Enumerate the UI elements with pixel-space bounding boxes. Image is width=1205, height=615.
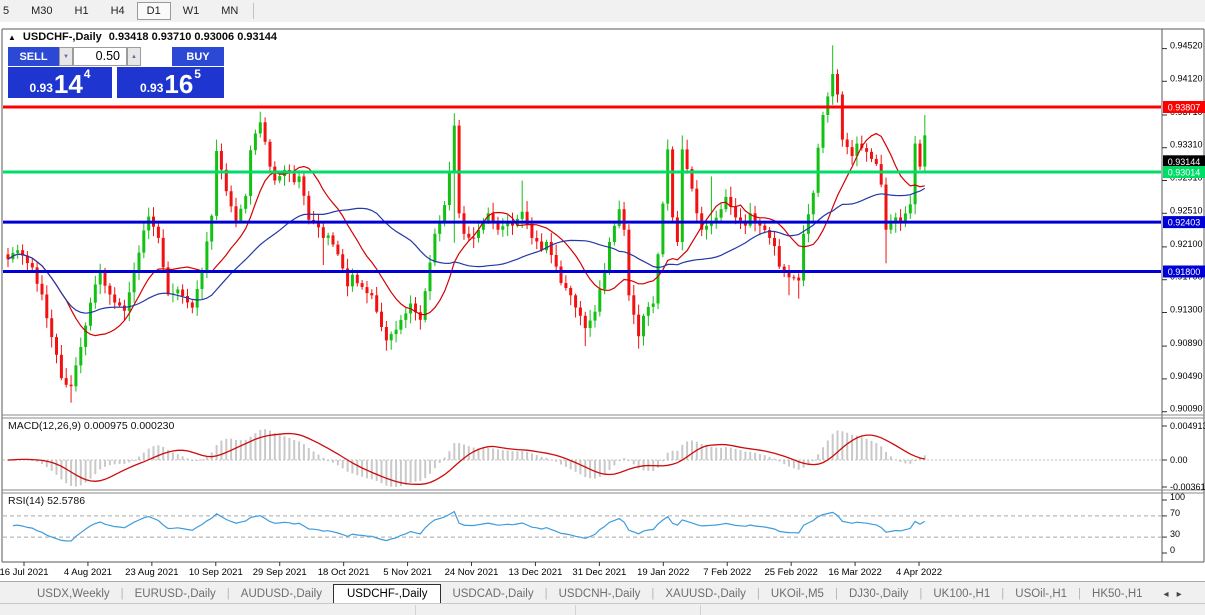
svg-text:4 Apr 2022: 4 Apr 2022 [896, 567, 942, 578]
svg-text:5 Nov 2021: 5 Nov 2021 [383, 567, 432, 578]
svg-text:0.90090: 0.90090 [1170, 404, 1203, 414]
svg-text:70: 70 [1170, 508, 1180, 518]
ask-price-prefix: 0.93 [140, 82, 163, 94]
svg-text:16 Jul 2021: 16 Jul 2021 [0, 567, 49, 578]
buy-button[interactable]: BUY [172, 47, 224, 66]
macd-signal-line [8, 434, 925, 485]
price-level-chip-text: 0.93014 [1168, 168, 1201, 178]
svg-text:16 Mar 2022: 16 Mar 2022 [828, 567, 881, 578]
svg-text:100: 100 [1170, 492, 1185, 502]
svg-text:31 Dec 2021: 31 Dec 2021 [572, 567, 626, 578]
svg-text:0.94120: 0.94120 [1170, 73, 1203, 83]
svg-text:-0.00361: -0.00361 [1170, 482, 1205, 492]
moving-average [8, 188, 925, 313]
chart-ohlc-values: 0.93418 0.93710 0.93006 0.93144 [109, 31, 277, 43]
ask-price-pipette: 5 [194, 68, 201, 80]
price-level-chip-text: 0.91800 [1168, 267, 1201, 277]
svg-text:25 Feb 2022: 25 Feb 2022 [764, 567, 817, 578]
ask-price-main: 16 [164, 73, 193, 96]
price-level-chip-text: 0.93807 [1168, 103, 1201, 113]
svg-text:0.90490: 0.90490 [1170, 371, 1203, 381]
rsi-indicator-label: RSI(14) 52.5786 [8, 495, 85, 507]
svg-text:30: 30 [1170, 529, 1180, 539]
moving-average [8, 134, 925, 336]
svg-text:19 Jan 2022: 19 Jan 2022 [637, 567, 689, 578]
svg-text:0.93310: 0.93310 [1170, 140, 1203, 150]
bid-price-pipette: 4 [84, 68, 91, 80]
bid-price-prefix: 0.93 [30, 82, 53, 94]
svg-text:24 Nov 2021: 24 Nov 2021 [445, 567, 499, 578]
volume-decrease-icon[interactable]: ▼ [59, 47, 73, 66]
candles [7, 45, 927, 402]
macd-indicator-label: MACD(12,26,9) 0.000975 0.000230 [8, 420, 174, 432]
price-level-chip-text: 0.92403 [1168, 218, 1201, 228]
svg-text:23 Aug 2021: 23 Aug 2021 [125, 567, 178, 578]
sell-price-box[interactable]: 0.93 14 4 [8, 67, 112, 98]
collapse-arrow-icon[interactable]: ▲ [8, 33, 16, 42]
svg-text:0.00: 0.00 [1170, 455, 1188, 465]
buy-price-box[interactable]: 0.93 16 5 [117, 67, 224, 98]
price-level-chip-text: 0.93144 [1168, 157, 1201, 167]
svg-text:18 Oct 2021: 18 Oct 2021 [318, 567, 370, 578]
svg-text:0.90890: 0.90890 [1170, 338, 1203, 348]
volume-increase-icon[interactable]: ▲ [127, 47, 141, 66]
svg-text:29 Sep 2021: 29 Sep 2021 [253, 567, 307, 578]
svg-text:0.92100: 0.92100 [1170, 239, 1203, 249]
svg-text:0.92510: 0.92510 [1170, 205, 1203, 215]
date-axis: 16 Jul 2021 4 Aug 2021 23 Aug 2021 10 Sep 2… [0, 562, 942, 578]
svg-text:7 Feb 2022: 7 Feb 2022 [703, 567, 751, 578]
svg-text:0: 0 [1170, 545, 1175, 555]
sell-button[interactable]: SELL [8, 47, 59, 66]
svg-text:0.94520: 0.94520 [1170, 41, 1203, 51]
svg-text:0.91300: 0.91300 [1170, 305, 1203, 315]
svg-text:4 Aug 2021: 4 Aug 2021 [64, 567, 112, 578]
chart-symbol-label: USDCHF-,Daily [23, 31, 102, 43]
mt4-chart-window: { "toolbar": { "timeframes": [ {"label":… [0, 0, 1205, 615]
svg-text:10 Sep 2021: 10 Sep 2021 [189, 567, 243, 578]
volume-input[interactable]: 0.50 [73, 47, 127, 66]
price-axis: 0.945200.941200.937100.933100.929100.925… [1162, 41, 1205, 555]
svg-text:13 Dec 2021: 13 Dec 2021 [509, 567, 563, 578]
chart-title: ▲ USDCHF-,Daily 0.93418 0.93710 0.93006 … [8, 31, 277, 43]
svg-text:0.004913: 0.004913 [1170, 421, 1205, 431]
bid-price-main: 14 [54, 73, 83, 96]
